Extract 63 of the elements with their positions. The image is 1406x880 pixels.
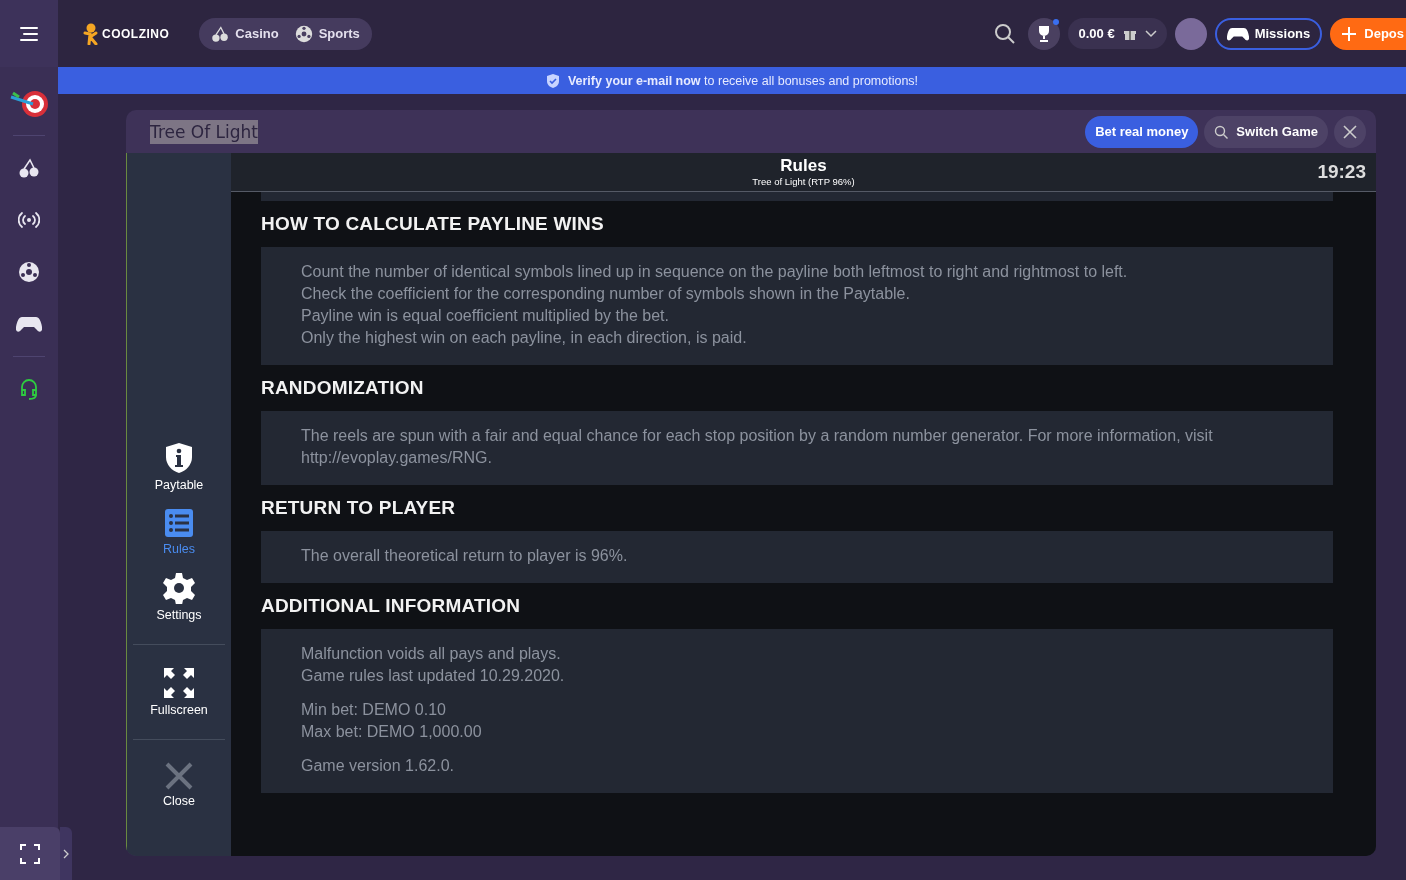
- chevron-right-icon: [63, 848, 69, 859]
- rule-text: Malfunction voids all pays and plays.: [301, 644, 562, 664]
- cherry-icon: [18, 157, 40, 179]
- nav-tab[interactable]: Sports: [286, 17, 368, 50]
- menu-item[interactable]: Settings: [127, 566, 231, 628]
- game-title: Tree Of Light: [150, 119, 259, 144]
- section-heading: RANDOMIZATION: [261, 376, 425, 400]
- rules-title: Rules: [780, 157, 827, 176]
- close-button[interactable]: [1334, 115, 1366, 148]
- trophy-button[interactable]: [1028, 17, 1061, 50]
- search-icon: [994, 22, 1017, 45]
- rule-text: Min bet: DEMO 0.10: [301, 700, 447, 720]
- menu-item[interactable]: Paytable: [127, 436, 231, 498]
- rule-text: Only the highest win on each payline, in each direction, is paid.: [301, 328, 748, 348]
- settings-icon: [163, 572, 195, 604]
- soccer-ball-icon: [18, 261, 40, 283]
- mascot-icon: [82, 22, 100, 45]
- shield-check-icon: [545, 72, 560, 89]
- rule-text: The overall theoretical return to player is 96%.: [301, 546, 629, 566]
- menu-button[interactable]: [0, 0, 58, 67]
- bet-real-money-button[interactable]: Bet real money: [1085, 115, 1199, 148]
- search-icon: [1214, 124, 1229, 139]
- menu-item[interactable]: Rules: [127, 502, 231, 562]
- rule-text: Count the number of identical symbols lined up in sequence on the payline both leftmost to right and rightmost to left.: [301, 262, 1129, 282]
- plus-icon: [1342, 26, 1357, 41]
- missions-button[interactable]: Missions: [1214, 17, 1323, 50]
- chevron-down-icon: [1144, 29, 1157, 38]
- game-subtitle: Tree of Light (RTP 96%): [752, 175, 855, 187]
- rule-text: Game version 1.62.0.: [301, 756, 455, 776]
- fullscreen-button[interactable]: [0, 827, 60, 880]
- list-icon: [164, 508, 194, 538]
- gamepad-icon: [16, 315, 42, 333]
- fullscreen-icon: [20, 843, 40, 864]
- close-icon: [1343, 124, 1357, 139]
- cherry-icon: [211, 24, 230, 43]
- notification-dot: [1053, 18, 1060, 25]
- broadcast-icon: [18, 209, 40, 231]
- switch-game-button[interactable]: Switch Game: [1204, 115, 1328, 148]
- rule-text: Game rules last updated 10.29.2020.: [301, 666, 566, 686]
- info-shield-icon: [164, 442, 194, 474]
- rule-text: The reels are spun with a fair and equal chance for each stop position by a random number generator. For more information, visit http://evoplay.games/RNG.: [301, 426, 1214, 468]
- section-heading: RETURN TO PLAYER: [261, 496, 457, 520]
- avatar[interactable]: [1174, 17, 1207, 50]
- close-icon: [165, 762, 193, 790]
- section-heading: ADDITIONAL INFORMATION: [261, 594, 522, 618]
- verify-message: Verify your e-mail now to receive all bonuses and promotions!: [567, 73, 919, 88]
- rule-text: Max bet: DEMO 1,000.00: [301, 722, 483, 742]
- logo-text: COOLZINO: [102, 26, 170, 41]
- menu-item[interactable]: Close: [127, 756, 231, 814]
- clock-time: 19:23: [1317, 161, 1366, 183]
- soccer-ball-icon: [294, 24, 313, 43]
- nav-tab[interactable]: Casino: [203, 17, 287, 50]
- logo[interactable]: COOLZINO: [82, 22, 170, 45]
- gamepad-icon: [1226, 25, 1249, 42]
- menu-item[interactable]: Fullscreen: [127, 661, 231, 723]
- menu-icon: [20, 26, 38, 41]
- section-heading: HOW TO CALCULATE PAYLINE WINS: [261, 212, 605, 236]
- balance-amount: 0.00 €: [1078, 26, 1115, 41]
- headset-icon: [19, 378, 39, 400]
- rule-text: Check the coefficient for the corresponding number of symbols shown in the Paytable.: [301, 284, 911, 304]
- rule-text: Payline win is equal coefficient multiplied by the bet.: [301, 306, 670, 326]
- expand-arrows-icon: [163, 667, 195, 699]
- balance-dropdown[interactable]: 0.00 €: [1068, 18, 1167, 49]
